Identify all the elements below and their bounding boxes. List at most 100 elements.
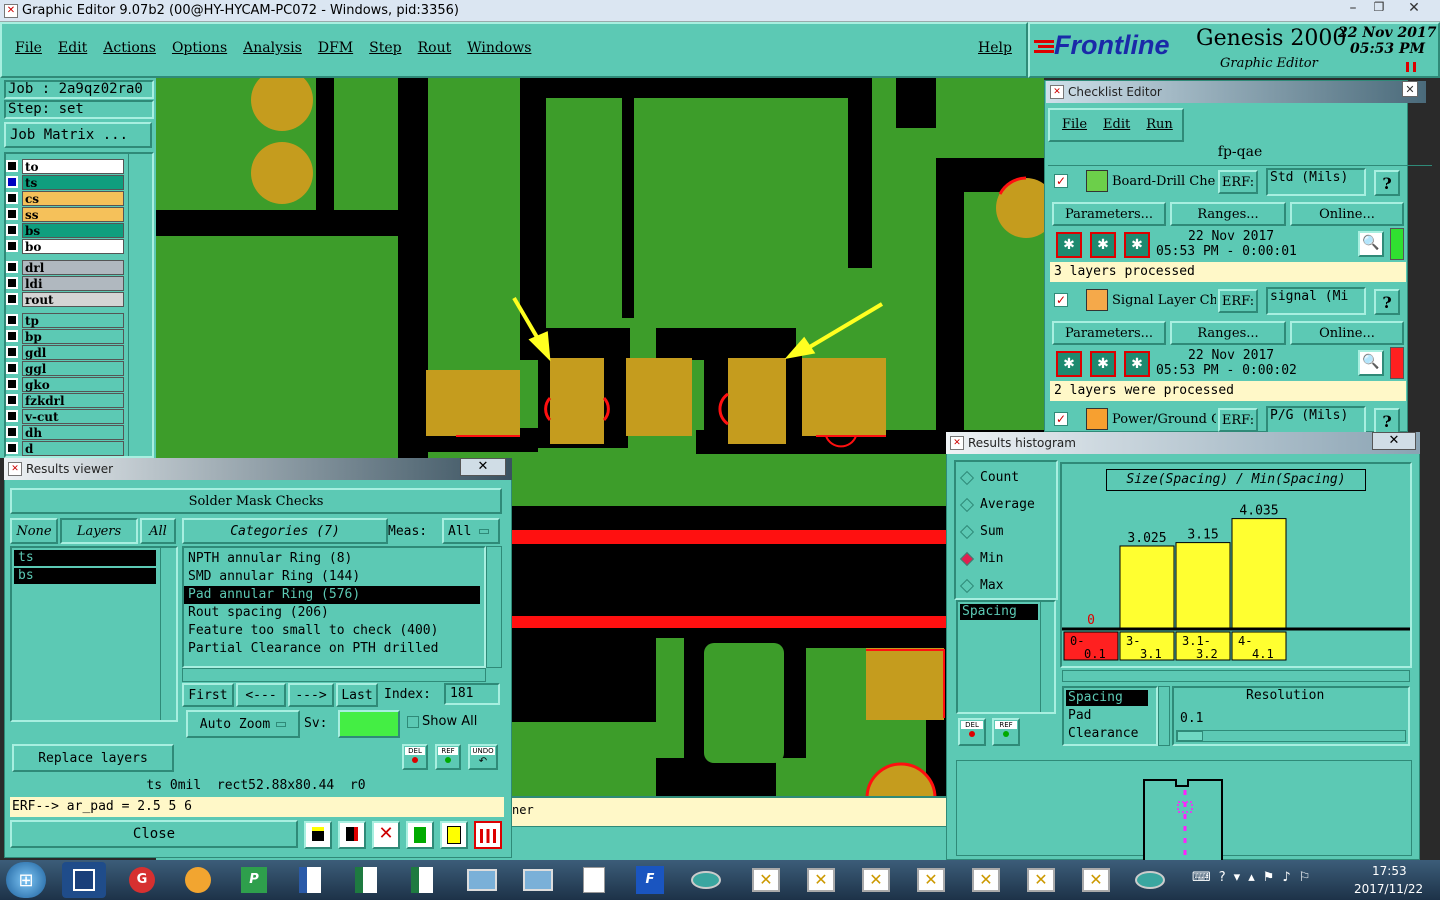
layer-checkbox[interactable] [6, 378, 18, 390]
online-button[interactable]: Online... [1290, 321, 1404, 345]
histogram-tool-icon[interactable] [474, 821, 502, 849]
menu-edit[interactable]: Edit [58, 40, 87, 56]
layer-row-ggl[interactable]: ggl [6, 360, 124, 376]
volume-icon[interactable]: ♪ [1282, 870, 1290, 890]
layer-checkbox[interactable] [6, 426, 18, 438]
first-button[interactable]: First [182, 683, 234, 707]
category-item[interactable]: SMD annular Ring (144) [184, 568, 480, 586]
replace-layers-button[interactable]: Replace layers [12, 744, 174, 772]
erf-field[interactable]: signal (Mi [1266, 287, 1366, 315]
layer-list-scrollbar[interactable] [160, 548, 176, 720]
online-button[interactable]: Online... [1290, 202, 1404, 226]
taskbar-window-icon[interactable]: ✕ [964, 862, 1008, 898]
histogram-hscroll[interactable] [1062, 670, 1410, 682]
layer-row-cs[interactable]: cs [6, 190, 124, 206]
results-tool-icon-3[interactable]: ✕ [372, 821, 400, 849]
checklist-menu-edit[interactable]: Edit [1103, 117, 1130, 132]
menu-windows[interactable]: Windows [467, 40, 531, 56]
taskbar-eye-icon[interactable] [684, 862, 728, 898]
check-enable-checkbox[interactable]: ✓ [1054, 293, 1068, 307]
menu-dfm[interactable]: DFM [318, 40, 353, 56]
layer-row-v-cut[interactable]: v-cut [6, 408, 124, 424]
layer-checkbox[interactable] [6, 410, 18, 422]
taskbar-app-p-icon[interactable]: P [232, 862, 276, 898]
zoom-icon[interactable]: 🔍 [1358, 231, 1384, 257]
layer-row-to[interactable]: to [6, 158, 124, 174]
ref-icon[interactable]: REF [435, 744, 461, 770]
parameters-button[interactable]: Parameters... [1052, 202, 1166, 226]
layer-scrollbar[interactable] [128, 154, 152, 456]
layer-checkbox[interactable] [6, 314, 18, 326]
checklist-close-button[interactable]: ✕ [1402, 81, 1418, 97]
chevron-down-icon[interactable]: ▾ [1234, 870, 1241, 890]
check-help-button[interactable]: ? [1374, 170, 1400, 196]
category-item[interactable]: Rout spacing (206) [184, 604, 480, 622]
taskbar-shell-icon[interactable] [176, 862, 220, 898]
layer-checkbox[interactable] [6, 442, 18, 454]
categories-hscroll[interactable] [182, 668, 486, 682]
zoom-icon[interactable]: 🔍 [1358, 350, 1384, 376]
menu-options[interactable]: Options [172, 40, 227, 56]
help-icon[interactable]: ? [1219, 870, 1226, 890]
results-tool-icon-4[interactable] [406, 821, 434, 849]
mode-radio-max[interactable]: Max [959, 578, 1003, 593]
flag-icon[interactable]: ⚐ [1299, 870, 1311, 890]
histogram-list-item[interactable]: Spacing [960, 604, 1038, 620]
results-tool-icon-5[interactable] [440, 821, 468, 849]
layer-checkbox[interactable] [6, 362, 18, 374]
ranges-button[interactable]: Ranges... [1170, 321, 1286, 345]
check-enable-checkbox[interactable]: ✓ [1054, 174, 1068, 188]
taskbar-window-icon[interactable]: ✕ [1019, 862, 1063, 898]
layer-row-gko[interactable]: gko [6, 376, 124, 392]
erf-field[interactable]: P/G (Mils) [1266, 406, 1366, 434]
show-all-checkbox[interactable] [407, 716, 419, 728]
layer-checkbox[interactable] [6, 346, 18, 358]
maximize-button[interactable]: ❐ [1366, 0, 1392, 20]
histogram-bar[interactable] [1231, 518, 1287, 629]
layer-row-rout[interactable]: rout [6, 291, 124, 307]
taskbar-window-icon[interactable]: ✕ [744, 862, 788, 898]
keyboard-icon[interactable]: ⌨ [1192, 870, 1211, 890]
histogram-ref-icon[interactable]: REF [992, 718, 1020, 746]
layer-checkbox[interactable] [6, 394, 18, 406]
menu-analysis[interactable]: Analysis [243, 40, 302, 56]
layer-row-ldi[interactable]: ldi [6, 275, 124, 291]
close-button[interactable]: Close [10, 820, 298, 848]
layer-row-bo[interactable]: bo [6, 238, 124, 254]
check-help-button[interactable]: ? [1374, 289, 1400, 315]
layer-row-bs[interactable]: bs [6, 222, 124, 238]
layer-list-item[interactable]: bs [14, 568, 156, 584]
layer-checkbox[interactable] [6, 240, 18, 252]
index-input[interactable]: 181 [444, 683, 500, 705]
taskbar-doc-icon[interactable] [572, 862, 616, 898]
taskbar-app-g-icon[interactable]: G [120, 862, 164, 898]
layer-row-ss[interactable]: ss [6, 206, 124, 222]
meas-select[interactable]: All [442, 518, 500, 544]
layer-checkbox[interactable] [6, 261, 18, 273]
layer-row-dh[interactable]: dh [6, 424, 124, 440]
ranges-button[interactable]: Ranges... [1170, 202, 1286, 226]
layer-checkbox[interactable] [6, 192, 18, 204]
run-check-icon[interactable]: ✱ [1090, 351, 1116, 377]
network-icon[interactable]: ⚑ [1263, 870, 1275, 890]
tab-layers[interactable]: Layers [60, 518, 138, 544]
layer-list-item[interactable]: ts [14, 550, 156, 566]
mode-radio-sum[interactable]: Sum [959, 524, 1003, 539]
taskbar-save-icon[interactable] [62, 862, 106, 898]
layer-checkbox[interactable] [6, 224, 18, 236]
histogram-bar[interactable] [1175, 542, 1231, 629]
erf-field[interactable]: Std (Mils) [1266, 168, 1366, 196]
layer-checkbox[interactable] [6, 208, 18, 220]
auto-zoom-select[interactable]: Auto Zoom [186, 710, 300, 738]
next-button[interactable]: ---> [288, 683, 334, 707]
mode-radio-count[interactable]: Count [959, 470, 1019, 485]
run-check-icon[interactable]: ✱ [1124, 351, 1150, 377]
taskbar-image-icon[interactable] [460, 862, 504, 898]
category-item[interactable]: Partial Clearance on PTH drilled [184, 640, 480, 658]
job-matrix-button[interactable]: Job Matrix ... [4, 122, 152, 148]
sub-list-item[interactable]: Spacing [1066, 690, 1148, 706]
taskbar-genesis-icon[interactable] [1128, 862, 1172, 898]
minimize-button[interactable]: – [1340, 0, 1366, 20]
results-viewer-close-x[interactable]: ✕ [460, 458, 506, 476]
taskbar-window-icon[interactable]: ✕ [799, 862, 843, 898]
